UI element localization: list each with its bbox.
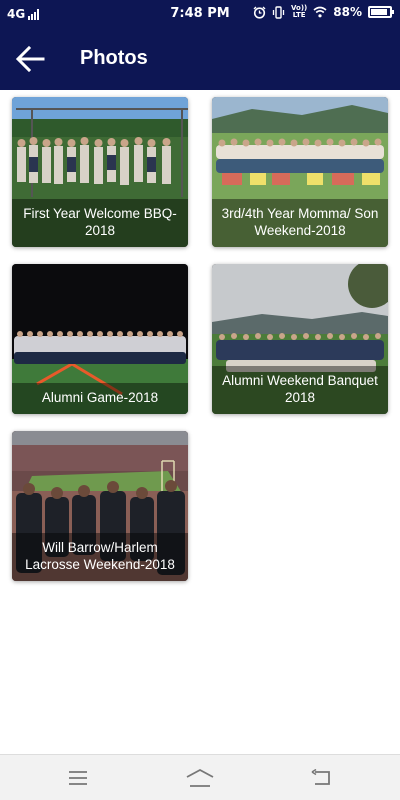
battery-icon — [368, 6, 394, 18]
album-title: First Year Welcome BBQ-2018 — [12, 199, 188, 247]
status-right: Vo)) LTE 88% — [253, 5, 394, 19]
system-nav-bar — [0, 754, 400, 800]
alarm-icon — [253, 6, 266, 19]
battery-fill — [371, 9, 387, 15]
album-card-alumni-game[interactable]: Alumni Game-2018 — [12, 264, 188, 414]
album-title: Will Barrow/Harlem Lacrosse Weekend-2018 — [12, 533, 188, 581]
home-button[interactable] — [180, 763, 220, 793]
back-button[interactable] — [10, 40, 50, 78]
menu-icon — [69, 771, 87, 785]
album-card-will-barrow-harlem-lacrosse[interactable]: Will Barrow/Harlem Lacrosse Weekend-2018 — [12, 431, 188, 581]
album-card-momma-son-weekend[interactable]: 3rd/4th Year Momma/ Son Weekend-2018 — [212, 97, 388, 247]
status-bar: 4G 7:48 PM Vo)) LTE 88% — [0, 0, 400, 28]
home-icon — [186, 768, 214, 787]
battery-percent: 88% — [333, 5, 362, 19]
volte-bottom: LTE — [292, 11, 306, 19]
vibrate-icon — [272, 5, 285, 19]
back-nav-button[interactable] — [302, 763, 342, 793]
album-title: Alumni Game-2018 — [12, 383, 188, 414]
wifi-icon — [313, 6, 327, 18]
page-title: Photos — [80, 47, 148, 69]
album-title: Alumni Weekend Banquet 2018 — [212, 366, 388, 414]
menu-button[interactable] — [58, 763, 98, 793]
album-card-alumni-weekend-banquet[interactable]: Alumni Weekend Banquet 2018 — [212, 264, 388, 414]
back-icon — [311, 769, 330, 785]
arrow-left-icon — [15, 46, 45, 72]
app-bar: Photos — [0, 28, 400, 90]
volte-indicator: Vo)) LTE — [291, 5, 307, 19]
album-card-first-year-welcome-bbq[interactable]: First Year Welcome BBQ-2018 — [12, 97, 188, 247]
album-title: 3rd/4th Year Momma/ Son Weekend-2018 — [212, 199, 388, 247]
